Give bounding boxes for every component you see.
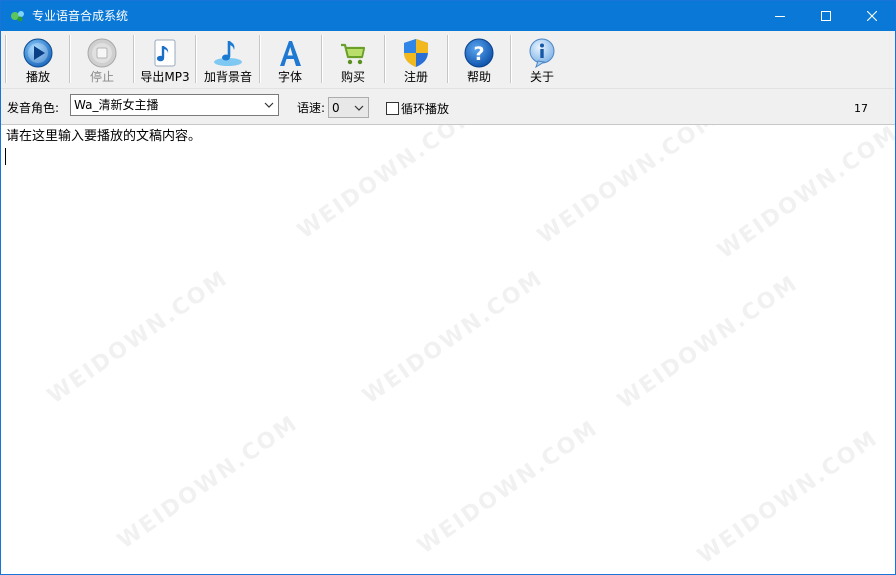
watermark: WEIDOWN.COM: [613, 270, 804, 415]
stop-label: 停止: [89, 70, 114, 84]
play-label: 播放: [25, 70, 50, 84]
buy-label: 购买: [340, 70, 365, 84]
minimize-icon: [775, 16, 785, 17]
watermark: WEIDOWN.COM: [413, 415, 604, 560]
speed-value: 0: [332, 101, 340, 115]
maximize-button[interactable]: [803, 1, 849, 31]
shopping-cart-icon: [341, 43, 366, 65]
toolbar: 播放 停止 导出MP3 加背景音 字体 购买 注册 ? 帮助 关于: [1, 31, 895, 89]
text-editor[interactable]: 请在这里输入要播放的文稿内容。 WEIDOWN.COM WEIDOWN.COM …: [1, 125, 895, 574]
voice-select[interactable]: Wa_清新女主播: [70, 94, 279, 116]
speed-label: 语速:: [297, 101, 326, 115]
window-title: 专业语音合成系统: [32, 9, 129, 23]
music-note-disc-icon: [214, 41, 242, 66]
chevron-down-icon: [264, 102, 274, 108]
shield-icon: [404, 39, 428, 67]
char-count: 17: [854, 102, 868, 115]
about-button[interactable]: 关于: [514, 33, 570, 86]
watermark: WEIDOWN.COM: [713, 125, 895, 265]
export-mp3-button[interactable]: 导出MP3: [137, 33, 193, 86]
app-logo-icon: [11, 11, 24, 22]
font-button[interactable]: 字体: [263, 33, 317, 86]
font-a-icon: [280, 41, 301, 66]
help-button[interactable]: ? 帮助: [451, 33, 507, 86]
stop-icon: [87, 38, 117, 68]
svg-text:?: ?: [473, 43, 484, 65]
text-caret: [5, 148, 6, 165]
toolbar-separator: [5, 35, 7, 83]
stop-button[interactable]: 停止: [73, 33, 131, 86]
loop-checkbox[interactable]: [386, 102, 399, 115]
title-bar[interactable]: 专业语音合成系统: [1, 1, 895, 31]
help-icon: ?: [464, 38, 494, 68]
toolbar-separator: [195, 35, 197, 83]
minimize-button[interactable]: [757, 1, 803, 31]
help-label: 帮助: [466, 70, 491, 84]
toolbar-separator: [447, 35, 449, 83]
options-bar: 发音角色: Wa_清新女主播 语速: 0 循环播放 17: [1, 89, 895, 125]
play-icon: [23, 38, 53, 68]
music-note-icon: [154, 39, 176, 67]
editor-text: 请在这里输入要播放的文稿内容。: [6, 129, 202, 144]
watermark: WEIDOWN.COM: [358, 265, 549, 410]
toolbar-separator: [510, 35, 512, 83]
font-label: 字体: [277, 70, 302, 84]
close-button[interactable]: [849, 1, 895, 31]
watermark: WEIDOWN.COM: [113, 410, 304, 555]
export-mp3-label: 导出MP3: [140, 70, 190, 84]
chevron-down-icon: [354, 105, 364, 111]
voice-label: 发音角色:: [7, 101, 60, 115]
play-button[interactable]: 播放: [9, 33, 67, 86]
speed-select[interactable]: 0: [328, 97, 369, 118]
voice-value: Wa_清新女主播: [74, 98, 159, 112]
add-background-music-label: 加背景音: [203, 70, 252, 84]
toolbar-separator: [384, 35, 386, 83]
buy-button[interactable]: 购买: [325, 33, 381, 86]
toolbar-separator: [69, 35, 71, 83]
watermark: WEIDOWN.COM: [533, 125, 724, 250]
toolbar-separator: [133, 35, 135, 83]
close-icon: [867, 11, 877, 21]
toolbar-separator: [259, 35, 261, 83]
app-window: 专业语音合成系统 播放 停止 导出MP3 加背景音 字体 购买 注册 ? 帮助 …: [0, 0, 896, 575]
watermark: WEIDOWN.COM: [293, 125, 484, 245]
about-label: 关于: [529, 70, 554, 84]
toolbar-separator: [321, 35, 323, 83]
loop-label[interactable]: 循环播放: [401, 101, 449, 117]
info-icon: [529, 38, 555, 69]
register-label: 注册: [403, 70, 428, 84]
add-background-music-button[interactable]: 加背景音: [199, 33, 257, 86]
register-button[interactable]: 注册: [388, 33, 444, 86]
watermark: WEIDOWN.COM: [43, 265, 234, 410]
watermark: WEIDOWN.COM: [693, 425, 884, 570]
maximize-icon: [821, 11, 831, 21]
